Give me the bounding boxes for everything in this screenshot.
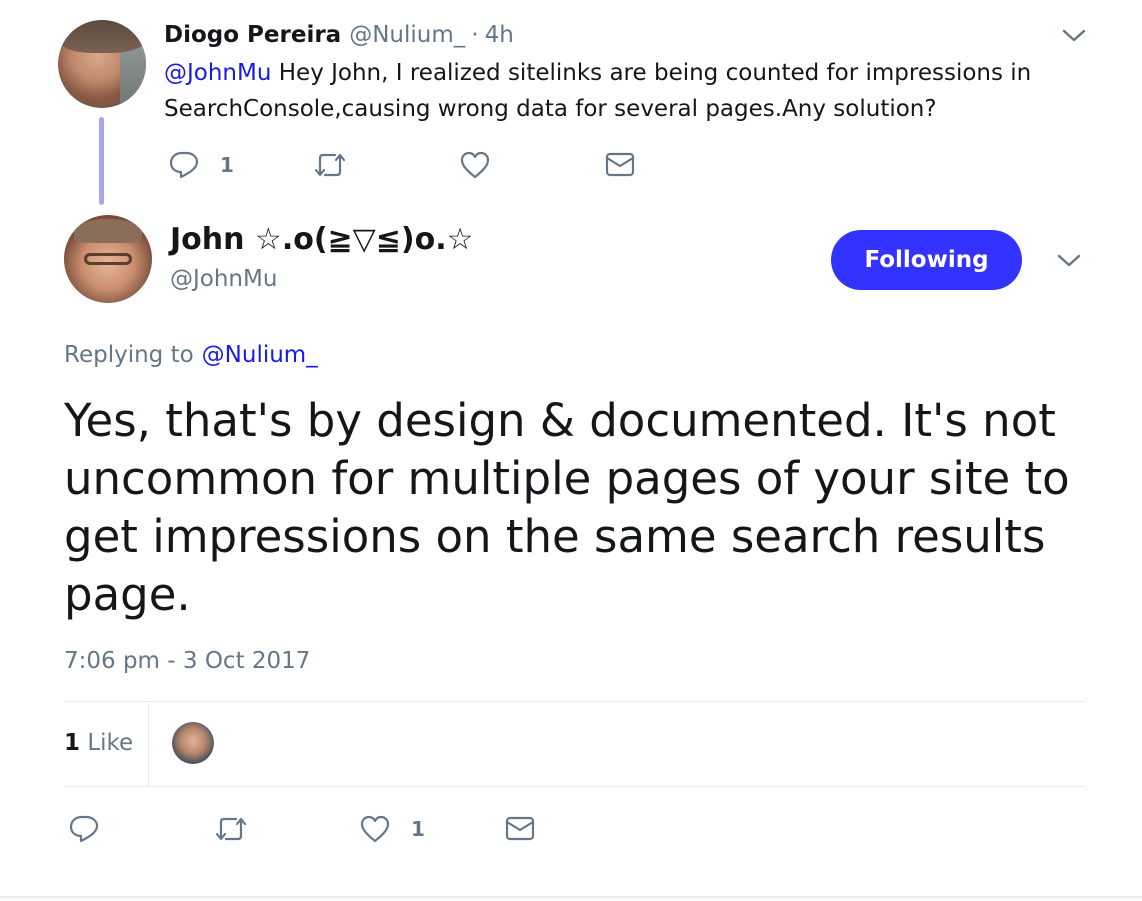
message-icon xyxy=(604,150,636,180)
main-author-name[interactable]: John ☆.o(≧▽≦)o.☆ xyxy=(170,222,474,257)
replying-prefix: Replying to xyxy=(64,342,194,368)
like-icon xyxy=(459,150,491,180)
main-reply-button[interactable] xyxy=(68,814,100,844)
parent-author-name[interactable]: Diogo Pereira xyxy=(164,22,341,48)
likes-count: 1 xyxy=(64,730,81,756)
message-icon xyxy=(504,814,536,844)
chevron-down-icon[interactable] xyxy=(1060,22,1088,50)
stats-separator xyxy=(148,703,149,786)
main-author-handle[interactable]: @JohnMu xyxy=(170,266,277,292)
thread-connector xyxy=(99,117,104,205)
divider xyxy=(64,701,1085,702)
main-tweet-text: Yes, that's by design & documented. It's… xyxy=(64,394,1070,621)
retweet-icon xyxy=(214,814,248,844)
reply-icon xyxy=(68,814,100,844)
likes-label: Like xyxy=(87,730,134,756)
parent-text-line2: SearchConsole,causing wrong data for sev… xyxy=(164,96,937,122)
parent-tweet-text: @JohnMu Hey John, I realized sitelinks a… xyxy=(164,55,1064,127)
parent-like-button[interactable] xyxy=(459,150,491,180)
avatar-diogo[interactable] xyxy=(58,20,146,108)
parent-author-row: Diogo Pereira @Nulium_ · 4h xyxy=(164,20,514,50)
parent-reply-button[interactable]: 1 xyxy=(168,150,234,180)
main-like-button[interactable]: 1 xyxy=(359,814,425,844)
replying-to-mention[interactable]: @Nulium_ xyxy=(202,342,318,368)
mention-link[interactable]: @JohnMu xyxy=(164,60,271,86)
retweet-icon xyxy=(313,150,347,180)
separator-dot: · xyxy=(471,22,479,48)
main-retweet-button[interactable] xyxy=(214,814,248,844)
like-icon xyxy=(359,814,391,844)
parent-author-handle[interactable]: @Nulium_ xyxy=(349,22,465,48)
tweet-timestamp[interactable]: 7:06 pm - 3 Oct 2017 xyxy=(64,648,310,674)
parent-retweet-button[interactable] xyxy=(313,150,347,180)
parent-text-line1: Hey John, I realized sitelinks are being… xyxy=(271,60,1032,86)
replying-to: Replying to @Nulium_ xyxy=(64,342,318,368)
likes-stat[interactable]: 1 Like xyxy=(64,730,133,756)
divider xyxy=(64,786,1085,787)
main-message-button[interactable] xyxy=(504,814,536,844)
bottom-border xyxy=(0,896,1142,898)
following-button[interactable]: Following xyxy=(831,230,1022,290)
reply-icon xyxy=(168,150,200,180)
parent-message-button[interactable] xyxy=(604,150,636,180)
avatar-john[interactable] xyxy=(64,215,152,303)
parent-time-ago[interactable]: 4h xyxy=(485,22,514,48)
parent-reply-count: 1 xyxy=(220,153,234,177)
tweet-thread: Diogo Pereira @Nulium_ · 4h @JohnMu Hey … xyxy=(0,0,1142,901)
chevron-down-icon[interactable] xyxy=(1055,247,1083,275)
liker-avatar[interactable] xyxy=(172,722,214,764)
main-like-count: 1 xyxy=(411,817,425,841)
